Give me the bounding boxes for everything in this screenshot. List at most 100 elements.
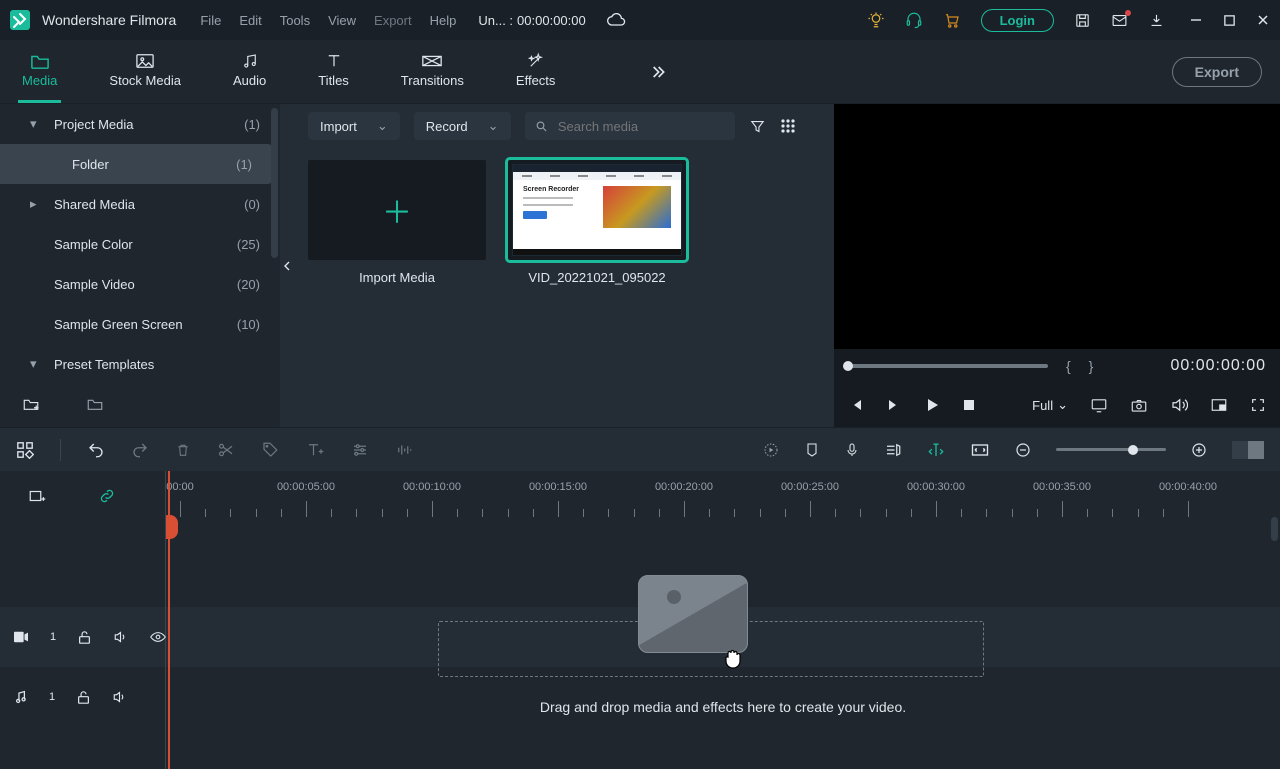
link-tracks-icon[interactable] bbox=[98, 487, 116, 505]
preview-timecode: 00:00:00:00 bbox=[1170, 357, 1266, 375]
search-media-input[interactable] bbox=[556, 118, 725, 135]
message-icon[interactable] bbox=[1111, 12, 1128, 29]
pip-icon[interactable] bbox=[1210, 397, 1228, 413]
preview-progress-slider[interactable] bbox=[848, 364, 1048, 368]
tree-item-sample-color[interactable]: Sample Color (25) bbox=[0, 224, 280, 264]
tab-transitions[interactable]: Transitions bbox=[397, 40, 468, 103]
tab-media-label: Media bbox=[22, 73, 57, 88]
video-track-index: 1 bbox=[50, 631, 56, 643]
tab-titles[interactable]: Titles bbox=[314, 40, 353, 103]
tree-item-project-media[interactable]: ▾ Project Media (1) bbox=[0, 104, 280, 144]
stop-icon[interactable] bbox=[962, 398, 976, 412]
marker-shield-icon[interactable] bbox=[804, 441, 820, 459]
auto-ripple-icon[interactable] bbox=[926, 441, 946, 459]
timeline-ruler[interactable]: 00:0000:00:05:0000:00:10:0000:00:15:0000… bbox=[166, 471, 1280, 521]
tag-icon[interactable] bbox=[261, 441, 279, 459]
menu-edit[interactable]: Edit bbox=[239, 13, 261, 28]
preview-quality-dropdown[interactable]: Full ⌄ bbox=[1032, 397, 1068, 413]
export-button[interactable]: Export bbox=[1172, 57, 1262, 87]
new-folder-icon[interactable] bbox=[22, 396, 40, 412]
play-icon[interactable] bbox=[924, 397, 940, 413]
tree-scrollbar[interactable] bbox=[271, 108, 278, 258]
folder-icon[interactable] bbox=[86, 396, 104, 412]
audio-track-icon bbox=[14, 690, 27, 704]
audio-track-header[interactable]: 1 bbox=[0, 667, 165, 727]
tab-stock-media[interactable]: Stock Media bbox=[105, 40, 185, 103]
display-settings-icon[interactable] bbox=[1090, 397, 1108, 413]
equalizer-icon[interactable] bbox=[395, 441, 413, 459]
ruler-label: 00:00:30:00 bbox=[907, 481, 965, 493]
search-media-field[interactable] bbox=[525, 112, 735, 140]
mark-in-out-icon[interactable]: {} bbox=[1066, 358, 1111, 374]
tree-item-folder[interactable]: Folder (1) bbox=[0, 144, 272, 184]
timeline-vertical-scrollbar[interactable] bbox=[1271, 517, 1278, 541]
tab-media[interactable]: Media bbox=[18, 40, 61, 103]
menu-file[interactable]: File bbox=[200, 13, 221, 28]
thumbnail-size-toggle[interactable] bbox=[1232, 441, 1264, 459]
media-clip-card[interactable]: Screen Recorder VID_20221021_095022 bbox=[508, 160, 686, 285]
add-track-icon[interactable] bbox=[28, 488, 46, 504]
tabs-more-icon[interactable] bbox=[647, 62, 667, 82]
filter-icon[interactable] bbox=[749, 118, 766, 135]
timeline-toolbar bbox=[0, 427, 1280, 471]
ruler-label: 00:00:40:00 bbox=[1159, 481, 1217, 493]
window-maximize-icon[interactable] bbox=[1223, 13, 1236, 27]
zoom-in-icon[interactable] bbox=[1190, 441, 1208, 459]
record-dropdown[interactable]: Record ⌄ bbox=[414, 112, 511, 140]
audio-track-index: 1 bbox=[49, 691, 55, 703]
zoom-out-icon[interactable] bbox=[1014, 441, 1032, 459]
render-gear-icon[interactable] bbox=[762, 441, 780, 459]
menu-tools[interactable]: Tools bbox=[280, 13, 310, 28]
tree-item-sample-video[interactable]: Sample Video (20) bbox=[0, 264, 280, 304]
project-title-bar: Un... : 00:00:00:00 bbox=[478, 13, 585, 28]
window-close-icon[interactable] bbox=[1256, 13, 1270, 27]
tab-effects-label: Effects bbox=[516, 73, 556, 88]
timeline-body[interactable]: 00:0000:00:05:0000:00:10:0000:00:15:0000… bbox=[166, 471, 1280, 769]
download-icon[interactable] bbox=[1148, 12, 1165, 29]
ruler-label: 00:00:15:00 bbox=[529, 481, 587, 493]
lock-open-icon[interactable] bbox=[78, 630, 91, 645]
save-icon[interactable] bbox=[1074, 12, 1091, 29]
add-text-icon[interactable] bbox=[305, 441, 325, 459]
video-track-header[interactable]: 1 bbox=[0, 607, 165, 667]
audio-mixer-icon[interactable] bbox=[884, 441, 902, 459]
login-button[interactable]: Login bbox=[981, 9, 1054, 32]
tree-item-sample-green-screen[interactable]: Sample Green Screen (10) bbox=[0, 304, 280, 344]
grid-view-icon[interactable] bbox=[780, 118, 796, 134]
menu-view[interactable]: View bbox=[328, 13, 356, 28]
window-minimize-icon[interactable] bbox=[1189, 13, 1203, 27]
mute-audio-icon[interactable] bbox=[113, 630, 128, 644]
chevron-down-icon: ▾ bbox=[30, 116, 44, 132]
tree-item-preset-templates[interactable]: ▾ Preset Templates bbox=[0, 344, 280, 384]
tree-item-shared-media[interactable]: ▸ Shared Media (0) bbox=[0, 184, 280, 224]
voiceover-mic-icon[interactable] bbox=[844, 440, 860, 460]
tab-audio[interactable]: Audio bbox=[229, 40, 270, 103]
cloud-icon[interactable] bbox=[606, 10, 626, 30]
support-headset-icon[interactable] bbox=[905, 11, 923, 29]
zoom-slider[interactable] bbox=[1056, 448, 1166, 451]
fullscreen-icon[interactable] bbox=[1250, 397, 1266, 413]
mute-audio-icon[interactable] bbox=[112, 690, 127, 704]
redo-icon[interactable] bbox=[131, 441, 149, 459]
volume-icon[interactable] bbox=[1170, 396, 1188, 414]
fit-width-icon[interactable] bbox=[970, 442, 990, 458]
import-dropdown[interactable]: Import ⌄ bbox=[308, 112, 400, 140]
cart-icon[interactable] bbox=[943, 11, 961, 29]
split-scissors-icon[interactable] bbox=[217, 441, 235, 459]
tab-effects[interactable]: Effects bbox=[512, 40, 560, 103]
import-media-card[interactable]: ＋ Import Media bbox=[308, 160, 486, 285]
menu-help[interactable]: Help bbox=[430, 13, 457, 28]
preview-viewport[interactable] bbox=[834, 104, 1280, 349]
prev-frame-icon[interactable] bbox=[848, 397, 864, 413]
tab-titles-label: Titles bbox=[318, 73, 349, 88]
snapshot-camera-icon[interactable] bbox=[1130, 397, 1148, 413]
delete-icon[interactable] bbox=[175, 441, 191, 459]
lightbulb-icon[interactable] bbox=[867, 11, 885, 29]
adjustments-icon[interactable] bbox=[351, 441, 369, 459]
lock-open-icon[interactable] bbox=[77, 690, 90, 705]
collapse-tree-handle[interactable] bbox=[280, 104, 294, 427]
layout-icon[interactable] bbox=[16, 441, 34, 459]
visibility-eye-icon[interactable] bbox=[150, 631, 166, 643]
undo-icon[interactable] bbox=[87, 441, 105, 459]
next-frame-icon[interactable] bbox=[886, 397, 902, 413]
